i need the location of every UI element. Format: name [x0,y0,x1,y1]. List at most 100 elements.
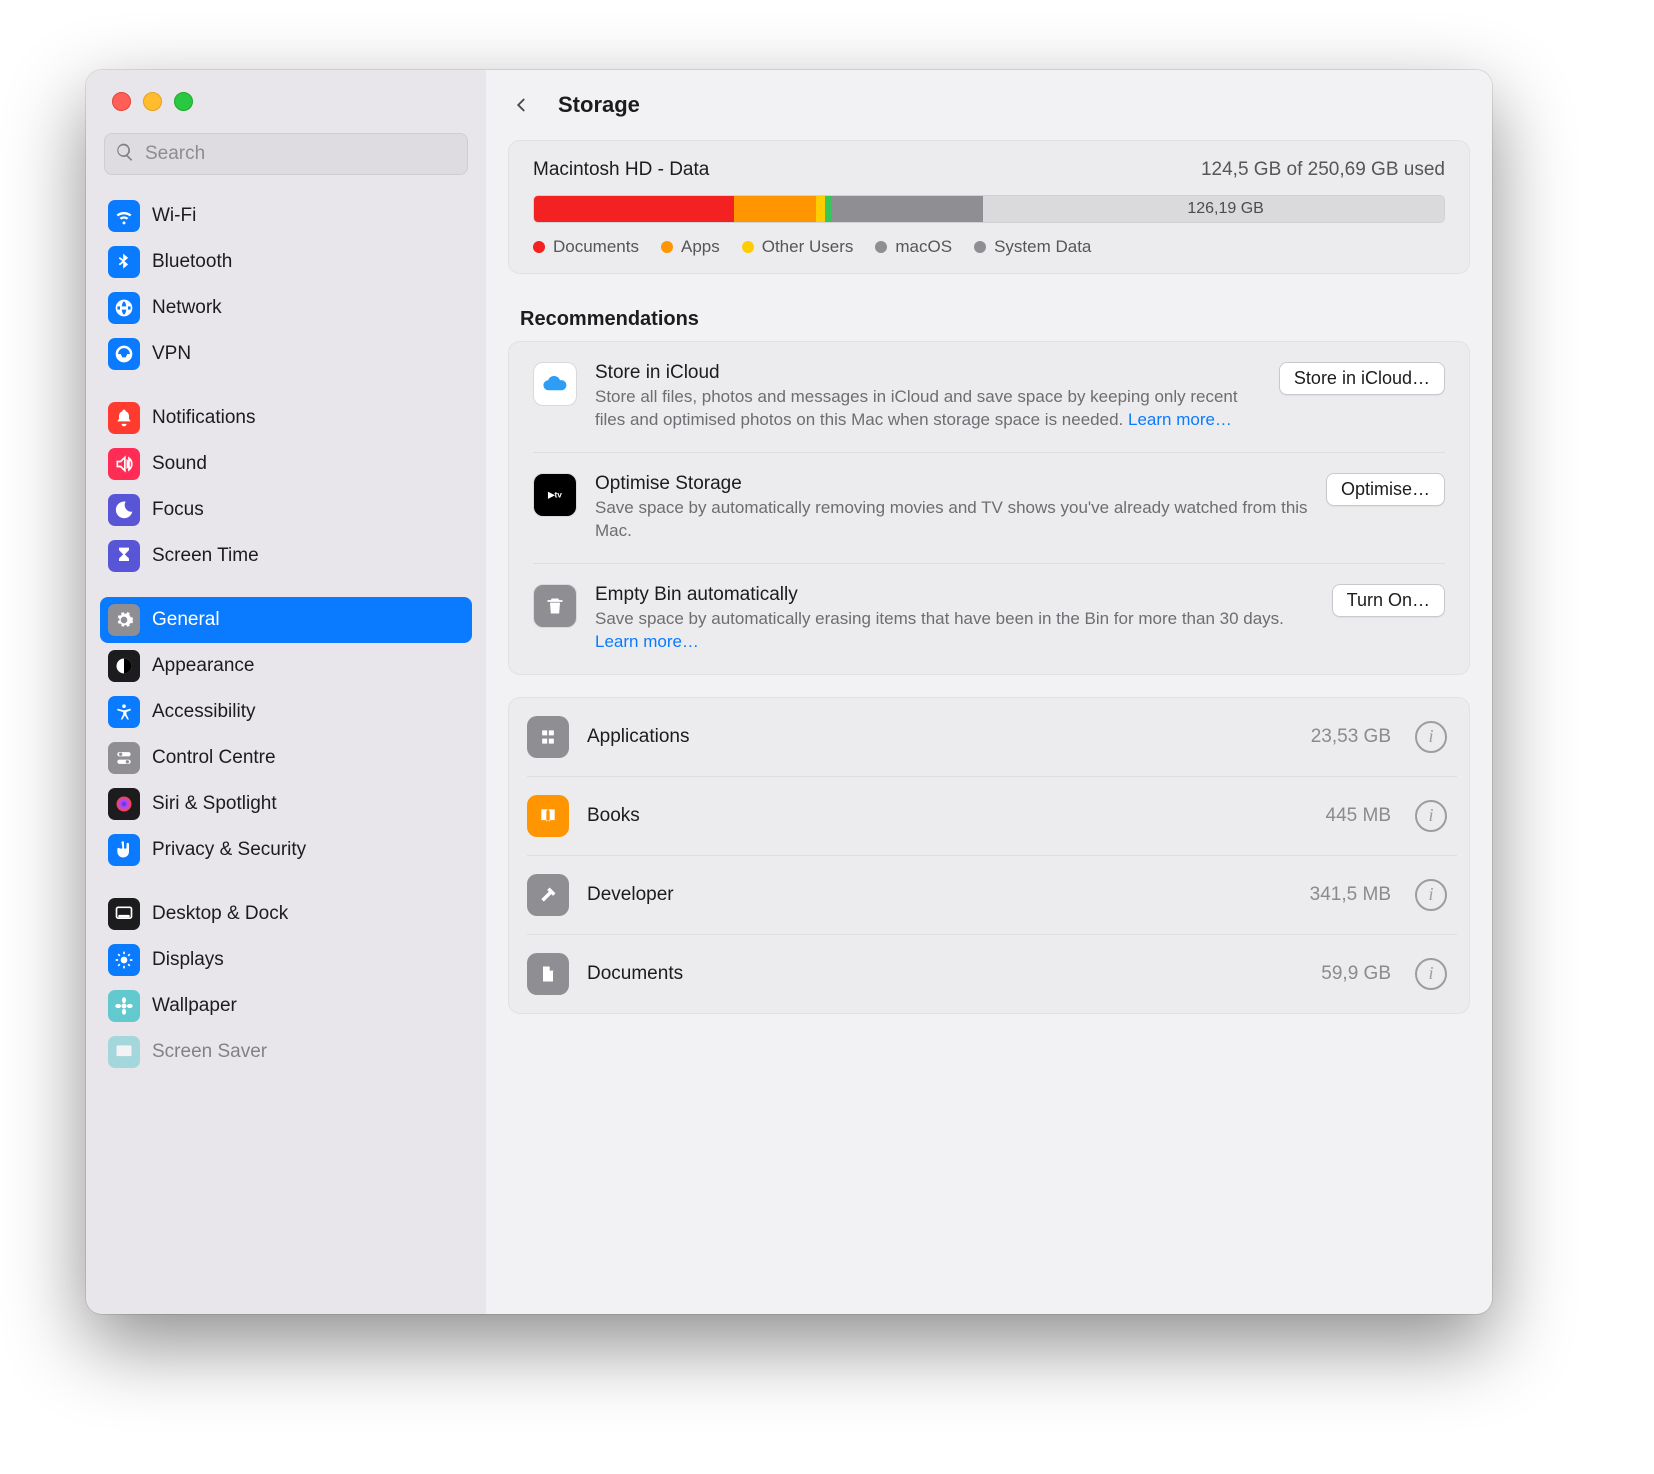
sidebar-item-desktop-dock[interactable]: Desktop & Dock [100,891,472,937]
apps-icon [527,716,569,758]
legend-item: Documents [533,237,639,257]
speaker-icon [108,448,140,480]
zoom-window-button[interactable] [174,92,193,111]
recommendation-description: Store all files, photos and messages in … [595,386,1261,432]
category-name: Developer [587,884,1292,906]
sidebar-item-appearance[interactable]: Appearance [100,643,472,689]
sidebar-item-wallpaper[interactable]: Wallpaper [100,983,472,1029]
legend-label: Apps [681,237,720,257]
sidebar-item-label: Bluetooth [152,251,232,273]
storage-bar: 126,19 GB [533,195,1445,223]
sidebar-item-notifications[interactable]: Notifications [100,395,472,441]
info-icon[interactable]: i [1415,721,1447,753]
category-size: 341,5 MB [1310,884,1391,906]
close-window-button[interactable] [112,92,131,111]
storage-segment-red [534,196,734,222]
info-icon[interactable]: i [1415,879,1447,911]
recommendation-action-button[interactable]: Store in iCloud… [1279,362,1445,395]
svg-text:▶tv: ▶tv [547,489,562,499]
page-title: Storage [558,92,640,118]
sidebar-item-focus[interactable]: Focus [100,487,472,533]
sidebar-item-control-centre[interactable]: Control Centre [100,735,472,781]
category-row-developer[interactable]: Developer 341,5 MB i [527,855,1457,934]
sidebar-item-vpn[interactable]: VPN [100,331,472,377]
legend-label: System Data [994,237,1091,257]
recommendations-card: Store in iCloudStore all files, photos a… [508,341,1470,675]
recommendation-action-button[interactable]: Optimise… [1326,473,1445,506]
sidebar-item-label: General [152,609,220,631]
sidebar-item-siri-spotlight[interactable]: Siri & Spotlight [100,781,472,827]
sidebar-item-network[interactable]: Network [100,285,472,331]
category-row-applications[interactable]: Applications 23,53 GB i [527,698,1457,776]
learn-more-link[interactable]: Learn more… [1128,410,1232,429]
learn-more-link[interactable]: Learn more… [595,632,699,651]
recommendation-row: Empty Bin automaticallySave space by aut… [533,563,1445,674]
sidebar-item-sound[interactable]: Sound [100,441,472,487]
storage-segment-yellow [816,196,825,222]
sidebar-item-wi-fi[interactable]: Wi-Fi [100,193,472,239]
recommendation-row: Store in iCloudStore all files, photos a… [533,342,1445,452]
tv-icon: ▶tv [533,473,577,517]
recommendation-title: Empty Bin automatically [595,584,1314,606]
search-field[interactable] [104,133,468,175]
legend-item: Apps [661,237,720,257]
category-name: Documents [587,963,1303,985]
hammer-icon [527,874,569,916]
legend-dot [533,241,545,253]
switches-icon [108,742,140,774]
sidebar-item-label: Network [152,297,222,319]
sidebar-item-label: Accessibility [152,701,255,723]
sidebar-item-bluetooth[interactable]: Bluetooth [100,239,472,285]
storage-legend: Documents Apps Other Users macOS System Data [533,237,1445,257]
legend-item: System Data [974,237,1091,257]
flower-icon [108,990,140,1022]
siri-icon [108,788,140,820]
icloud-icon [533,362,577,406]
legend-label: Other Users [762,237,854,257]
storage-segment-grey1 [831,196,867,222]
sidebar-item-label: Appearance [152,655,254,677]
minimize-window-button[interactable] [143,92,162,111]
recommendation-description: Save space by automatically removing mov… [595,497,1308,543]
storage-segment-orange [734,196,816,222]
category-row-books[interactable]: Books445 MBi [527,776,1457,855]
appearance-icon [108,650,140,682]
legend-dot [742,241,754,253]
network-icon [108,292,140,324]
category-row-documents[interactable]: Documents59,9 GBi [527,934,1457,1013]
sidebar-item-accessibility[interactable]: Accessibility [100,689,472,735]
sidebar-item-privacy-security[interactable]: Privacy & Security [100,827,472,873]
recommendation-description: Save space by automatically erasing item… [595,608,1314,654]
info-icon[interactable]: i [1415,800,1447,832]
category-size: 445 MB [1326,805,1391,827]
wifi-icon [108,200,140,232]
category-name: Applications [587,726,1293,748]
book-icon [527,795,569,837]
legend-item: Other Users [742,237,854,257]
bluetooth-icon [108,246,140,278]
storage-segment-grey2 [870,196,984,222]
legend-item: macOS [875,237,952,257]
legend-dot [875,241,887,253]
bell-icon [108,402,140,434]
sidebar-item-screen-time[interactable]: Screen Time [100,533,472,579]
sidebar: Wi-Fi Bluetooth Network VPN NotificationsSou… [86,70,487,1314]
sidebar-item-label: Displays [152,949,224,971]
gear-icon [108,604,140,636]
back-button[interactable] [504,87,540,123]
search-input[interactable] [143,142,457,166]
main-content: Storage Macintosh HD - Data 124,5 GB of … [486,70,1492,1314]
sidebar-item-displays[interactable]: Displays [100,937,472,983]
recommendation-action-button[interactable]: Turn On… [1332,584,1445,617]
category-size: 23,53 GB [1311,726,1391,748]
disk-name: Macintosh HD - Data [533,159,709,181]
sidebar-item-general[interactable]: General [100,597,472,643]
sidebar-item-label: Privacy & Security [152,839,306,861]
vpn-icon [108,338,140,370]
info-icon[interactable]: i [1415,958,1447,990]
sidebar-item-screen-saver[interactable]: Screen Saver [100,1029,472,1075]
trash-icon [533,584,577,628]
sun-icon [108,944,140,976]
recommendation-title: Store in iCloud [595,362,1261,384]
sidebar-item-label: VPN [152,343,191,365]
